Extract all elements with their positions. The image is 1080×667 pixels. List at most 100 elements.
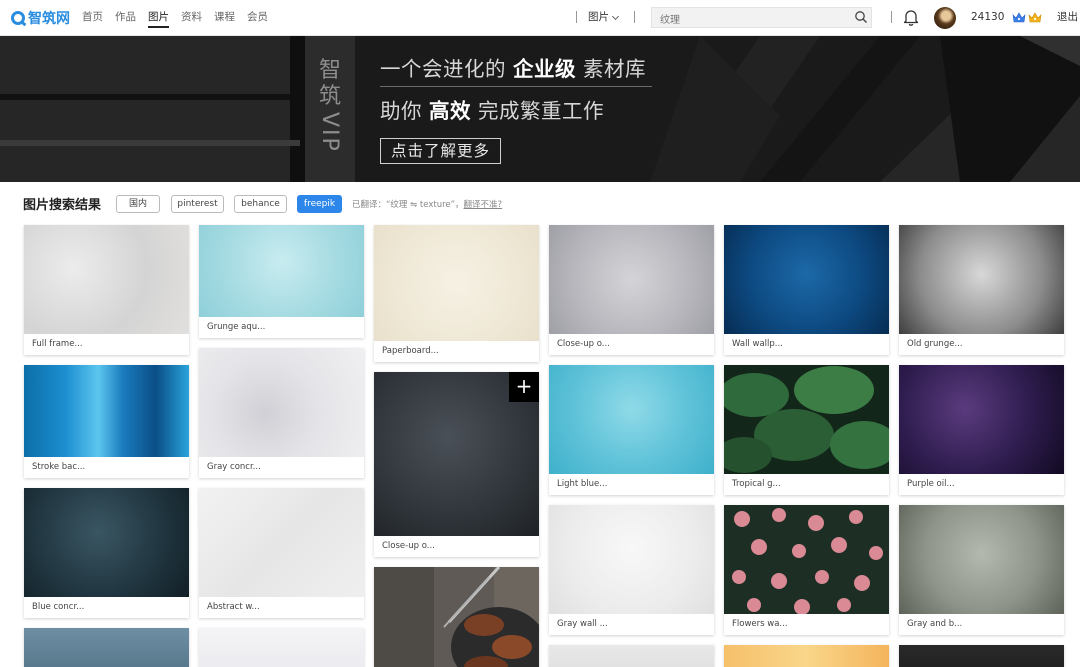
image-card[interactable]: Gray concr...	[199, 348, 364, 478]
nav-item-works[interactable]: 作品	[115, 0, 136, 36]
image-caption: Blue concr...	[24, 597, 189, 618]
crown-icon[interactable]	[1012, 11, 1026, 24]
vip-tag: VIP	[317, 112, 342, 153]
image-card[interactable]: Full frame...	[24, 225, 189, 355]
image-thumbnail	[24, 488, 189, 597]
image-card[interactable]: Purple oil...	[899, 365, 1064, 495]
crown-icon[interactable]	[1028, 11, 1042, 24]
image-caption: Gray wall ...	[549, 614, 714, 635]
source-domestic-button[interactable]: 国内	[116, 195, 160, 213]
image-card[interactable]: Grunge aqu...	[199, 225, 364, 338]
image-card[interactable]: Close-up o...	[549, 225, 714, 355]
image-card[interactable]	[549, 645, 714, 667]
slogan-divider	[380, 86, 652, 87]
vip-char: 智	[318, 58, 341, 83]
translate-text: 已翻译：“纹理 ⇋ texture”，	[352, 200, 464, 210]
top-navigation-bar: 智筑网 首页 作品 图片 资料 课程 会员 图片 24130 退出	[0, 0, 1080, 36]
image-card[interactable]	[724, 645, 889, 667]
add-to-collection-button[interactable]: +	[509, 372, 539, 402]
image-thumbnail	[899, 645, 1064, 667]
learn-more-button[interactable]: 点击了解更多	[380, 138, 501, 164]
image-card[interactable]: + Close-up o...	[374, 372, 539, 557]
image-thumbnail	[199, 488, 364, 597]
image-thumbnail	[724, 505, 889, 614]
bell-icon[interactable]	[903, 9, 919, 26]
nav-item-images[interactable]: 图片	[148, 0, 169, 28]
search-icon[interactable]	[854, 10, 868, 24]
vip-char: 筑	[318, 84, 341, 109]
image-caption: Tropical g...	[724, 474, 889, 495]
image-caption: Abstract w...	[199, 597, 364, 618]
image-thumbnail	[549, 365, 714, 474]
image-caption: Grunge aqu...	[199, 317, 364, 338]
image-card[interactable]: Tropical g...	[724, 365, 889, 495]
image-results-grid: Full frame... Stroke bac... Blue concr..…	[0, 224, 1080, 667]
image-card[interactable]: Flowers wa...	[724, 505, 889, 635]
image-card[interactable]: Gray and b...	[899, 505, 1064, 635]
results-header: 图片搜索结果 国内 pinterest behance freepik 已翻译：…	[0, 182, 1080, 224]
translate-note: 已翻译：“纹理 ⇋ texture”，翻译不准?	[352, 198, 502, 210]
banner-slogan-2: 助你 高效 完成繁重工作	[380, 99, 605, 123]
image-thumbnail	[199, 348, 364, 457]
image-thumbnail	[24, 225, 189, 334]
search-input[interactable]	[652, 11, 832, 30]
image-thumbnail	[899, 225, 1064, 334]
results-title: 图片搜索结果	[23, 198, 102, 213]
image-card[interactable]: Abstract w...	[199, 488, 364, 618]
image-card[interactable]: Stroke bac...	[24, 365, 189, 478]
image-thumbnail	[374, 225, 539, 341]
image-card[interactable]	[24, 628, 189, 667]
image-thumbnail	[899, 365, 1064, 474]
site-logo[interactable]: 智筑网	[11, 8, 70, 28]
image-caption: Wall wallp...	[724, 334, 889, 355]
banner-slogan-1: 一个会进化的 企业级 素材库	[380, 57, 647, 81]
source-behance-button[interactable]: behance	[234, 195, 287, 213]
image-card[interactable]	[899, 645, 1064, 667]
main-nav: 首页 作品 图片 资料 课程 会员	[82, 0, 280, 36]
logout-link[interactable]: 退出	[1057, 0, 1078, 35]
divider	[634, 11, 635, 23]
image-caption: Flowers wa...	[724, 614, 889, 635]
image-card[interactable]: Old grunge...	[899, 225, 1064, 355]
user-points: 24130	[971, 11, 1005, 23]
image-thumbnail	[549, 645, 714, 667]
source-freepik-button[interactable]: freepik	[297, 195, 342, 213]
chevron-down-icon	[611, 12, 620, 20]
nav-item-materials[interactable]: 资料	[181, 0, 202, 36]
nav-item-courses[interactable]: 课程	[214, 0, 235, 36]
image-card[interactable]	[199, 628, 364, 667]
logo-text: 智筑网	[28, 11, 70, 27]
image-thumbnail	[724, 645, 889, 667]
image-thumbnail	[24, 628, 189, 667]
image-thumbnail	[24, 365, 189, 457]
image-card[interactable]: Gray wall ...	[549, 505, 714, 635]
image-caption: Light blue...	[549, 474, 714, 495]
logo-icon	[11, 11, 25, 25]
image-thumbnail	[724, 365, 889, 474]
image-thumbnail	[199, 225, 364, 317]
vip-banner[interactable]: 智 筑 VIP 一个会进化的 企业级 素材库 助你 高效 完成繁重工作 点击了解…	[0, 36, 1080, 182]
source-pinterest-button[interactable]: pinterest	[171, 195, 224, 213]
image-card[interactable]: Blue concr...	[24, 488, 189, 618]
category-select[interactable]: 图片	[588, 0, 620, 35]
image-caption: Close-up o...	[549, 334, 714, 355]
vip-brand-text: 智 筑	[316, 58, 344, 110]
image-caption: Old grunge...	[899, 334, 1064, 355]
image-caption: Full frame...	[24, 334, 189, 355]
image-caption: Close-up o...	[374, 536, 539, 557]
category-select-value: 图片	[588, 11, 609, 23]
image-caption: Purple oil...	[899, 474, 1064, 495]
image-card[interactable]: Wall wallp...	[724, 225, 889, 355]
search-box	[651, 7, 872, 30]
nav-item-membership[interactable]: 会员	[247, 0, 268, 36]
image-card[interactable]: Light blue...	[549, 365, 714, 495]
image-card[interactable]	[374, 567, 539, 667]
divider	[891, 11, 892, 23]
nav-item-home[interactable]: 首页	[82, 0, 103, 36]
translate-feedback-link[interactable]: 翻译不准?	[464, 200, 503, 210]
image-thumbnail	[199, 628, 364, 667]
image-card[interactable]: Paperboard...	[374, 225, 539, 362]
avatar[interactable]	[934, 7, 956, 29]
image-thumbnail	[724, 225, 889, 334]
image-thumbnail	[549, 225, 714, 334]
